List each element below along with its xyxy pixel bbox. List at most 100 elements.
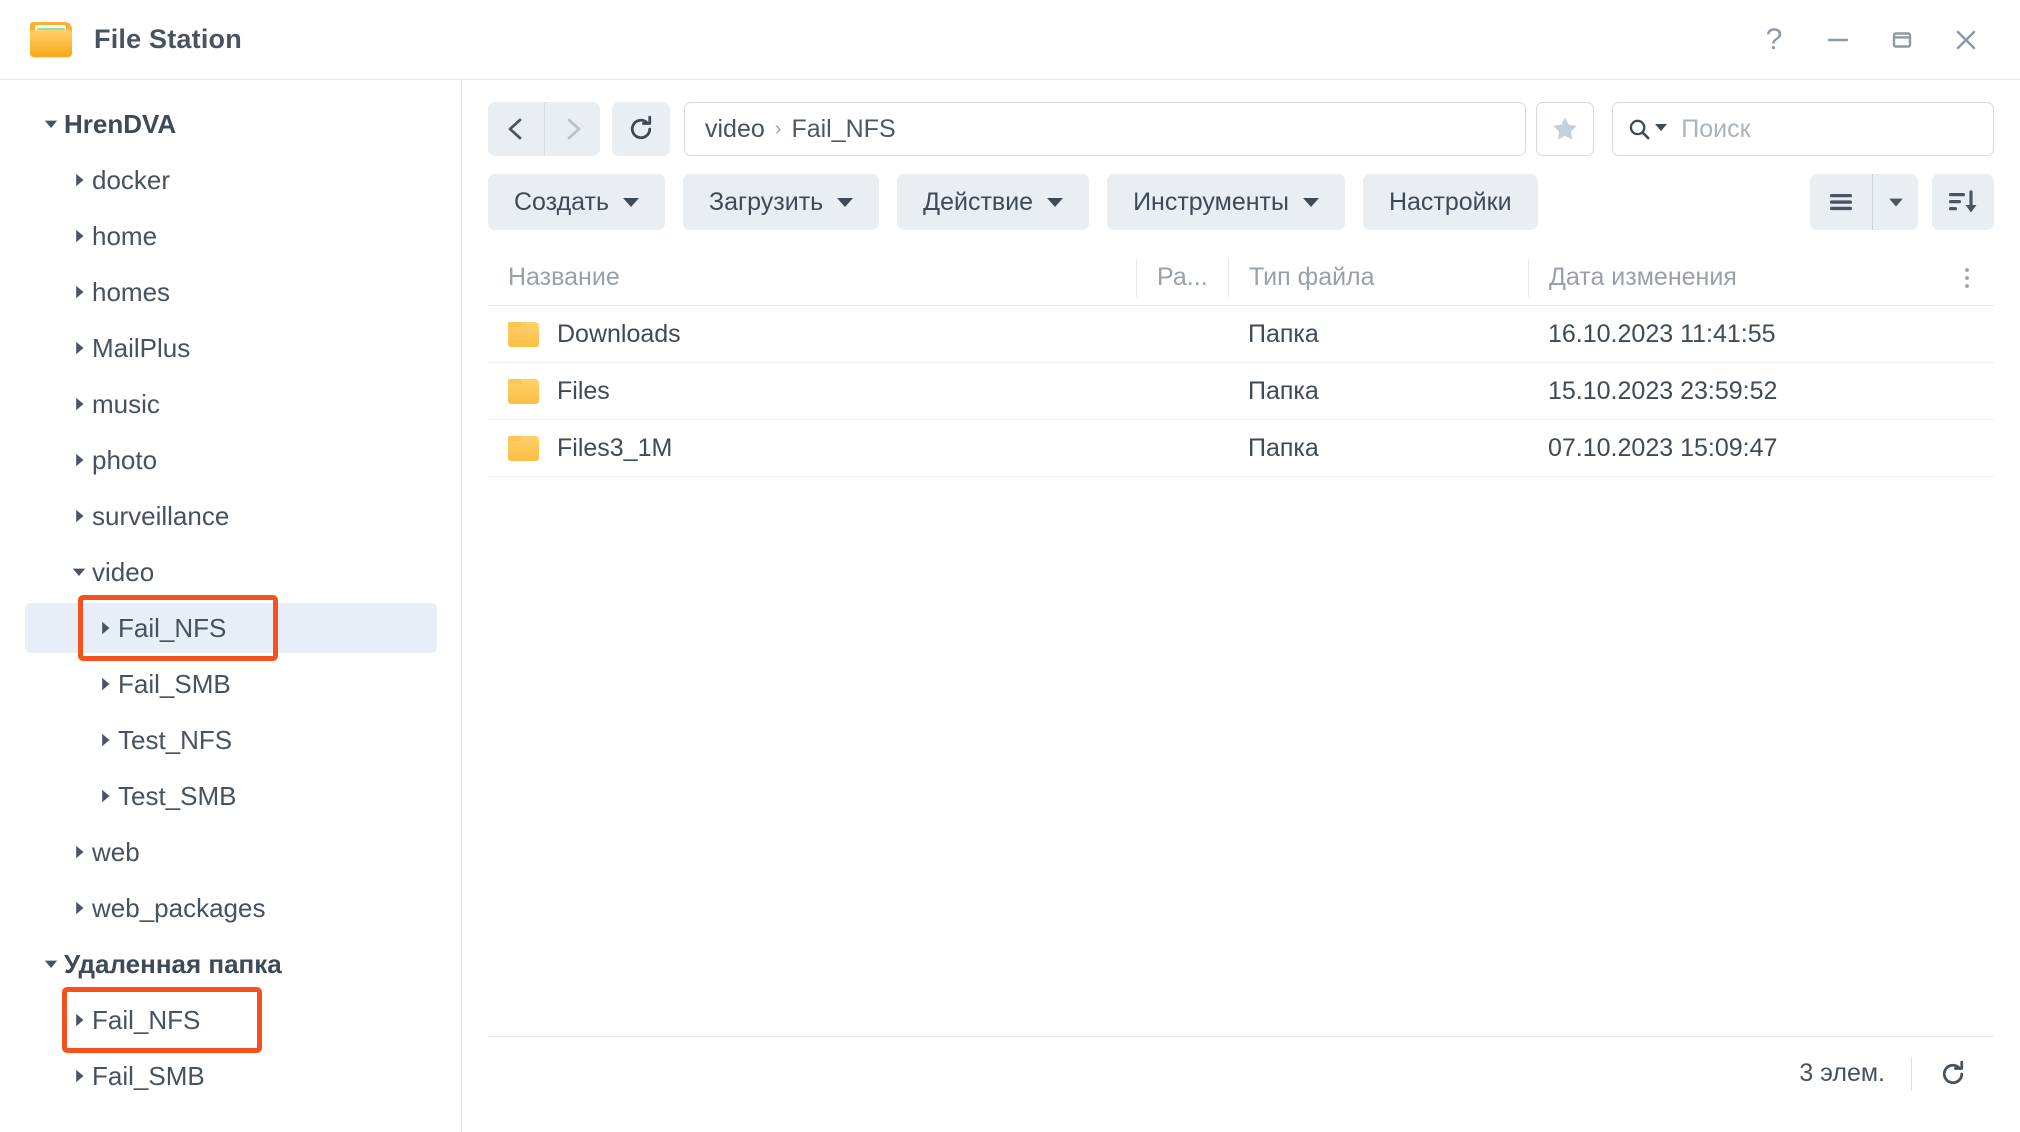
refresh-button[interactable] [612,102,670,156]
cell-name[interactable]: Files [488,377,1136,406]
caret-right-icon[interactable] [92,731,118,749]
action-button[interactable]: Действие [897,174,1090,230]
tree-item-mailplus[interactable]: MailPlus [0,320,461,376]
help-button[interactable]: ? [1742,14,1806,66]
caret-down-icon[interactable] [38,115,64,133]
cell-type: Папка [1248,319,1319,348]
tree-item-test-nfs[interactable]: Test_NFS [0,712,461,768]
caret-right-icon[interactable] [66,339,92,357]
status-divider [1911,1056,1912,1091]
tree-item-video[interactable]: video [0,544,461,600]
caret-right-icon[interactable] [66,227,92,245]
tree-item-surveillance[interactable]: surveillance [0,488,461,544]
breadcrumb-path-bar[interactable]: video › Fail_NFS [684,102,1526,156]
tree-item-label: homes [92,276,171,307]
tree-item-home[interactable]: home [0,208,461,264]
status-refresh-button[interactable] [1938,1059,1968,1089]
breadcrumb-item-1[interactable]: Fail_NFS [791,115,895,144]
caret-right-icon[interactable] [66,899,92,917]
column-options-button[interactable] [1940,264,1994,292]
create-button[interactable]: Создать [488,174,666,230]
settings-button[interactable]: Настройки [1362,174,1538,230]
file-name-label: Files [557,376,610,405]
caret-right-icon[interactable] [66,1011,92,1029]
column-header-size[interactable]: Ра... [1136,258,1228,297]
tree-item-photo[interactable]: photo [0,432,461,488]
chevron-down-icon [1888,198,1903,207]
chevron-down-icon[interactable] [1653,119,1669,140]
nav-button-group [488,102,600,156]
caret-right-icon[interactable] [66,507,92,525]
table-row[interactable]: Downloads Папка 16.10.2023 11:41:55 [488,306,1994,363]
search-input[interactable] [1673,114,1979,144]
maximize-icon [1892,31,1912,48]
forward-arrow-icon [567,118,580,140]
caret-right-icon[interactable] [66,1067,92,1085]
list-view-icon [1830,194,1852,211]
back-button[interactable] [488,102,544,156]
minimize-icon [1827,38,1849,41]
breadcrumb-item-0[interactable]: video [705,115,765,144]
caret-right-icon[interactable] [66,395,92,413]
caret-right-icon[interactable] [92,675,118,693]
caret-right-icon[interactable] [66,171,92,189]
chevron-down-icon [623,197,640,207]
more-vertical-icon [1965,267,1969,288]
search-box[interactable] [1612,102,1994,156]
tree-item-label: Test_SMB [118,780,237,811]
tree-item-homes[interactable]: homes [0,264,461,320]
caret-right-icon[interactable] [92,619,118,637]
tree-item-label: web_packages [92,892,266,923]
tree-item-web-packages[interactable]: web_packages [0,880,461,936]
tree-item-label: web [92,836,140,867]
favorite-button[interactable] [1536,102,1594,156]
tree-item-[interactable]: Удаленная папка [0,936,461,992]
caret-right-icon[interactable] [66,843,92,861]
table-row[interactable]: Files3_1M Папка 07.10.2023 15:09:47 [488,420,1994,477]
chevron-down-icon [1047,197,1064,207]
upload-button[interactable]: Загрузить [683,174,880,230]
table-row[interactable]: Files Папка 15.10.2023 23:59:52 [488,363,1994,420]
caret-right-icon[interactable] [92,787,118,805]
column-header-type[interactable]: Тип файла [1228,258,1528,297]
tree-item-label: Fail_SMB [118,668,231,699]
maximize-button[interactable] [1870,14,1934,66]
tree-item-fail-smb[interactable]: Fail_SMB [0,656,461,712]
forward-button[interactable] [544,102,600,156]
file-list-header: Название Ра... Тип файла Дата изменения [488,250,1994,306]
tree-item-hrendva[interactable]: HrenDVA [0,96,461,152]
refresh-icon [630,115,652,140]
tree-item-fail-nfs[interactable]: Fail_NFS [0,600,461,656]
folder-tree-sidebar[interactable]: HrenDVA docker home homes MailPlus music photo… [0,80,462,1132]
file-list-body[interactable]: Downloads Папка 16.10.2023 11:41:55 Files Па… [488,306,1994,1036]
caret-down-icon[interactable] [66,563,92,581]
tree-item-music[interactable]: music [0,376,461,432]
file-name-label: Files3_1M [557,433,673,462]
tools-button[interactable]: Инструменты [1107,174,1345,230]
cell-name[interactable]: Files3_1M [488,434,1136,463]
tree-item-fail-nfs[interactable]: Fail_NFS [0,992,461,1048]
view-mode-dropdown-button[interactable] [1872,174,1918,230]
tree-item-fail-smb[interactable]: Fail_SMB [0,1048,461,1104]
chevron-down-icon [837,197,854,207]
folder-icon [28,20,74,60]
tree-item-docker[interactable]: docker [0,152,461,208]
tree-item-web[interactable]: web [0,824,461,880]
caret-right-icon[interactable] [66,283,92,301]
cell-date: 15.10.2023 23:59:52 [1548,376,1778,405]
close-button[interactable] [1934,14,1998,66]
column-header-name[interactable]: Название [488,259,1136,297]
sort-button[interactable] [1932,174,1994,230]
cell-name[interactable]: Downloads [488,320,1136,349]
caret-right-icon[interactable] [66,451,92,469]
tree-item-label: MailPlus [92,332,191,363]
list-view-button[interactable] [1810,174,1872,230]
tools-button-label: Инструменты [1133,187,1289,216]
tree-item-test-smb[interactable]: Test_SMB [0,768,461,824]
minimize-button[interactable] [1806,14,1870,66]
column-header-date[interactable]: Дата изменения [1528,258,1940,297]
caret-down-icon[interactable] [38,955,64,973]
cell-date: 07.10.2023 15:09:47 [1548,433,1778,462]
tree-item-label: Fail_SMB [92,1060,205,1091]
status-bar: 3 элем. [488,1036,1994,1110]
